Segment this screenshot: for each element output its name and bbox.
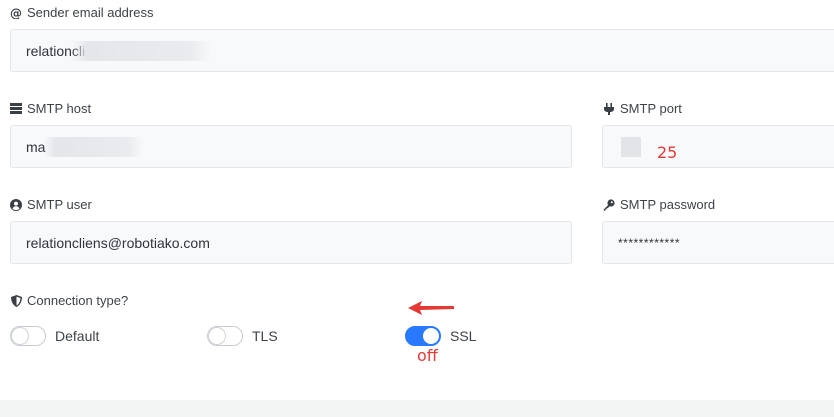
toggle-knob [423,328,439,344]
smtp-user-label-text: SMTP user [27,197,92,212]
toggle-knob [12,328,28,344]
user-circle-icon [10,198,22,211]
redaction-block [43,136,144,157]
key-icon [603,198,615,211]
sender-email-label: @ Sender email address [10,5,153,20]
tls-toggle[interactable] [207,326,243,346]
smtp-port-label: SMTP port [603,101,682,116]
redaction-block [621,136,641,157]
smtp-password-value: ************ [618,235,681,250]
smtp-password-field[interactable]: ************ [602,221,834,264]
smtp-host-field[interactable]: ma [10,125,572,168]
server-icon [10,103,22,115]
connection-option-default[interactable]: Default [10,326,99,346]
redaction-block [71,40,212,61]
connection-option-ssl[interactable]: SSL [405,326,476,346]
connection-option-tls[interactable]: TLS [207,326,278,346]
smtp-password-label-text: SMTP password [620,197,716,212]
svg-text:@: @ [10,7,22,19]
sender-email-label-text: Sender email address [27,5,154,20]
ssl-annotation: off [417,346,438,365]
annotation-arrow-icon [408,301,454,315]
tls-toggle-label: TLS [252,328,278,344]
connection-type-label-text: Connection type? [27,293,129,308]
at-icon: @ [10,7,22,19]
smtp-user-field[interactable]: relationcliens@robotiako.com [10,221,572,264]
smtp-port-label-text: SMTP port [620,101,682,116]
sender-email-field[interactable]: relationcli [10,29,834,72]
footer-band [0,400,834,417]
smtp-password-label: SMTP password [603,197,715,212]
plug-icon [603,102,615,115]
ssl-toggle[interactable] [405,326,441,346]
default-toggle[interactable] [10,326,46,346]
smtp-port-field[interactable] [602,125,834,168]
toggle-knob [209,328,225,344]
ssl-toggle-label: SSL [450,328,477,344]
port-annotation: 25 [657,143,678,162]
default-toggle-label: Default [55,328,100,344]
shield-icon [10,294,22,307]
smtp-user-label: SMTP user [10,197,92,212]
smtp-host-label-text: SMTP host [27,101,92,116]
connection-type-label: Connection type? [10,293,128,308]
smtp-host-label: SMTP host [10,101,91,116]
smtp-user-value: relationcliens@robotiako.com [26,234,210,251]
